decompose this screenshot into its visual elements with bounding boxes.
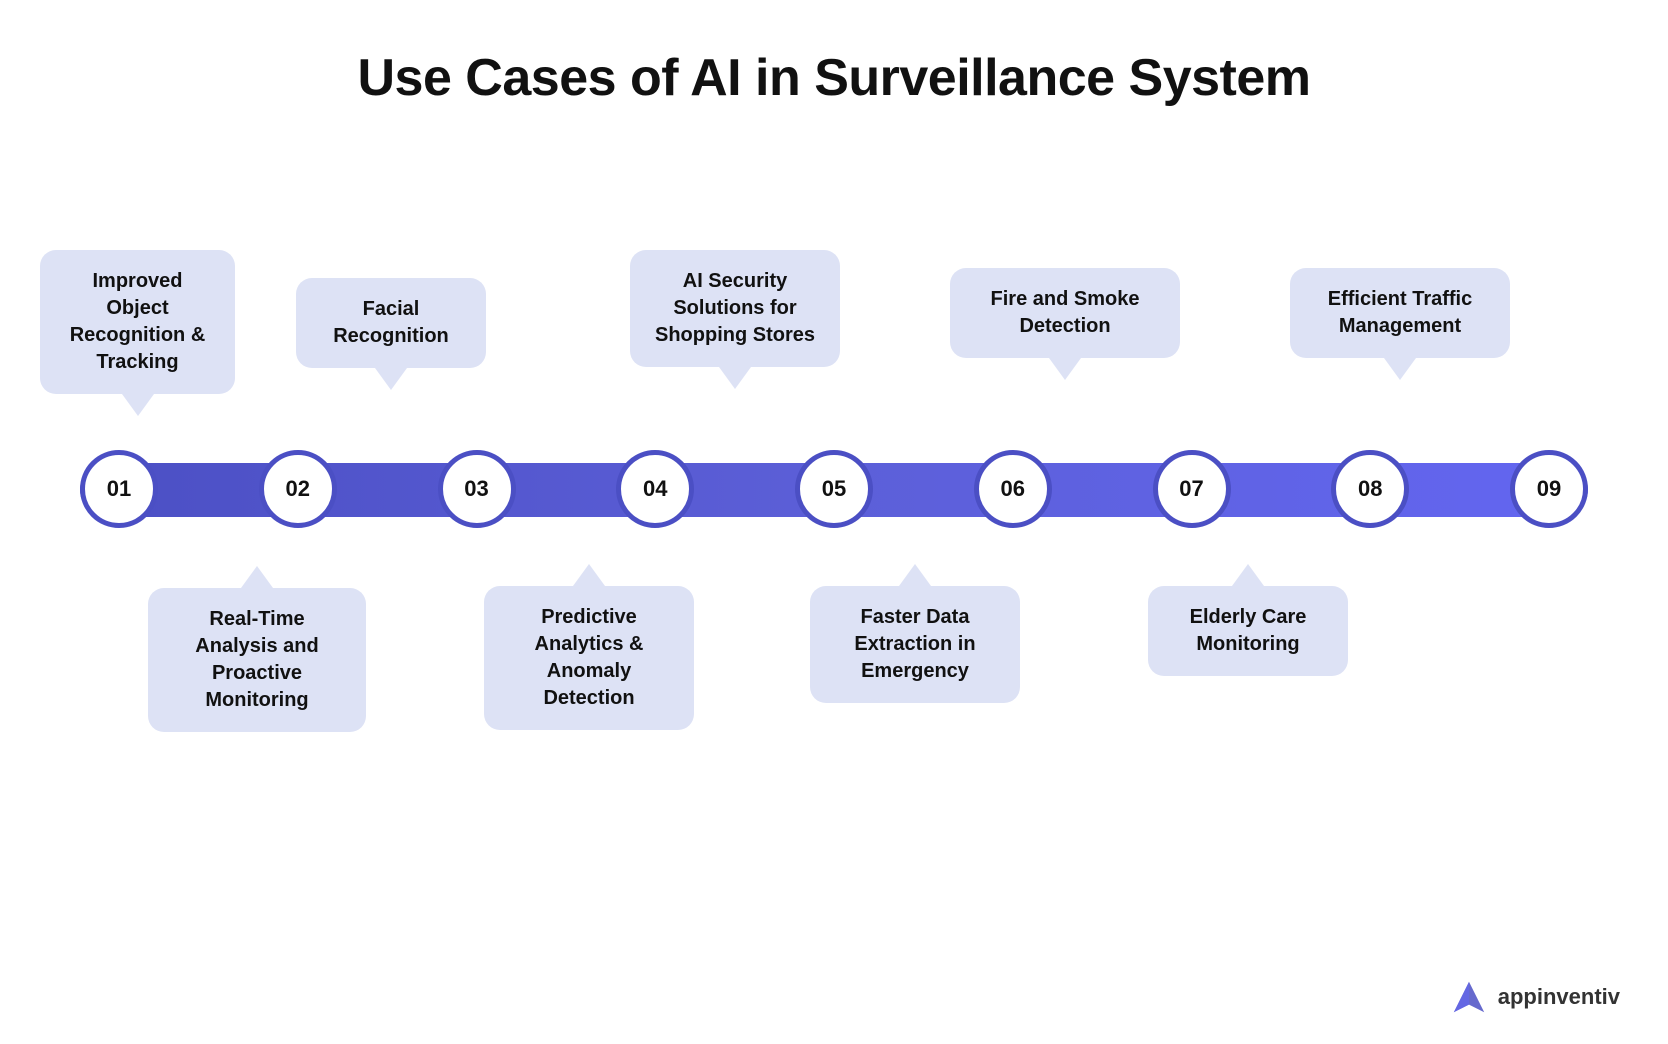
bubble-node-08: Elderly Care Monitoring [1148, 586, 1348, 676]
node-03: 03 [438, 450, 516, 528]
bubble-node-03: Facial Recognition [296, 278, 486, 368]
node-08: 08 [1331, 450, 1409, 528]
node-04: 04 [616, 450, 694, 528]
node-09: 09 [1510, 450, 1588, 528]
bubble-node-04: Predictive Analytics & Anomaly Detection [484, 586, 694, 730]
bubble-node-02: Real-Time Analysis and Proactive Monitor… [148, 588, 366, 732]
logo: appinventiv [1450, 978, 1620, 1016]
node-01: 01 [80, 450, 158, 528]
bubble-node-05: AI Security Solutions for Shopping Store… [630, 250, 840, 367]
circle-container: 01 02 03 04 05 06 07 08 09 [80, 439, 1588, 539]
bubble-node-09: Efficient Traffic Management [1290, 268, 1510, 358]
node-06: 06 [974, 450, 1052, 528]
logo-text: appinventiv [1498, 984, 1620, 1010]
logo-icon [1450, 978, 1488, 1016]
node-05: 05 [795, 450, 873, 528]
bubble-node-01: Improved Object Recognition & Tracking [40, 250, 235, 394]
node-02: 02 [259, 450, 337, 528]
bubble-node-06: Faster Data Extraction in Emergency [810, 586, 1020, 703]
bubble-node-07: Fire and Smoke Detection [950, 268, 1180, 358]
node-07: 07 [1153, 450, 1231, 528]
page-title: Use Cases of AI in Surveillance System [0, 0, 1668, 108]
